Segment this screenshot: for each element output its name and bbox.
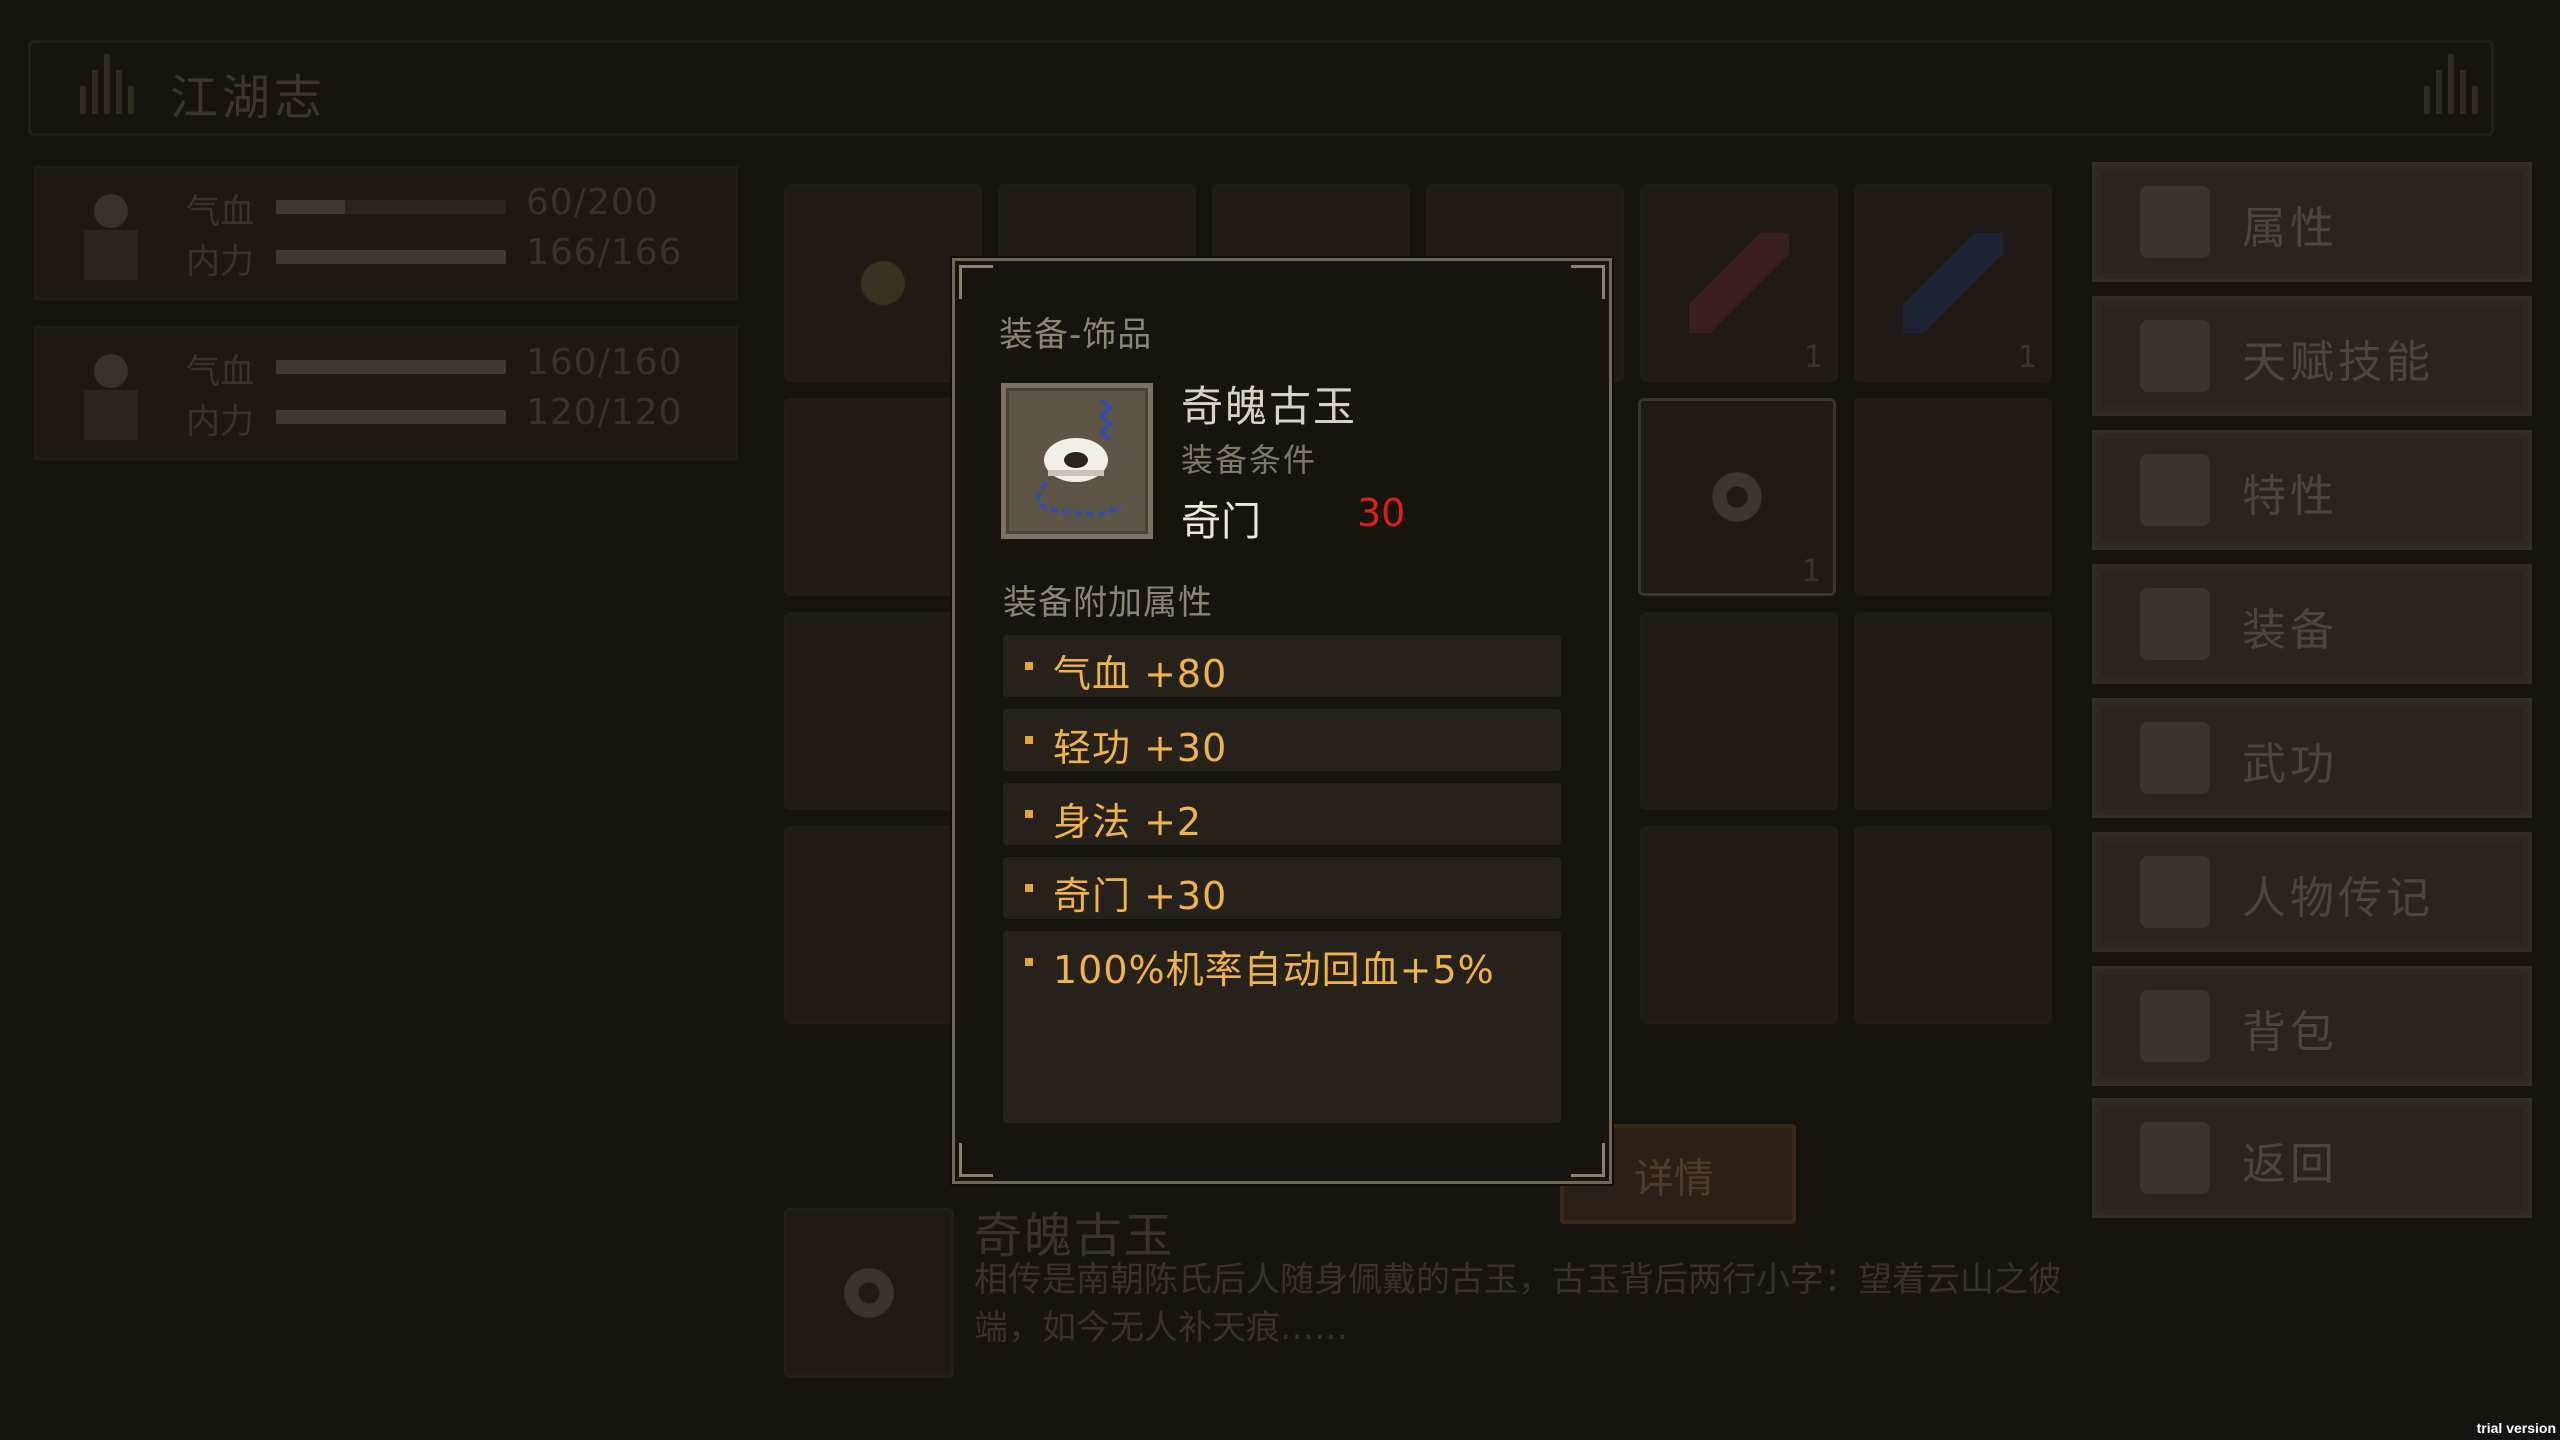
page-title: 江湖志 — [170, 70, 327, 126]
bonus-attribute-row: 奇门 +30 — [1003, 857, 1561, 919]
inventory-slot[interactable] — [1640, 612, 1838, 810]
party-member-2[interactable]: 气血 160/160 内力 120/120 — [34, 326, 738, 460]
item-description-text: 相传是南朝陈氏后人随身佩戴的古玉，古玉背后两行小字：望着云山之彼端，如今无人补天… — [974, 1260, 2062, 1348]
blue-feather-icon — [1903, 233, 2003, 333]
menu-martial-arts-button[interactable]: 武功 — [2092, 698, 2532, 818]
menu-back-button[interactable]: 返回 — [2092, 1098, 2532, 1218]
item-tooltip: 装备-饰品 奇魄古玉 装备条件 奇门 30 装备附加属性 气血 +80 轻功 +… — [952, 258, 1612, 1184]
menu-equipment-button[interactable]: 装备 — [2092, 564, 2532, 684]
talent-icon — [2140, 320, 2210, 392]
ornament-icon-right — [2424, 50, 2480, 114]
menu-traits-button[interactable]: 特性 — [2092, 430, 2532, 550]
clover-icon — [833, 233, 933, 333]
inventory-slot[interactable] — [1854, 398, 2052, 596]
mp-label: 内力 — [186, 242, 254, 282]
title-bar — [28, 40, 2494, 136]
item-category: 装备-饰品 — [999, 315, 1153, 355]
hp-bar — [276, 360, 506, 374]
item-icon-frame — [1001, 383, 1153, 539]
special-effect-text: 100%机率自动回血+5% — [1053, 948, 1495, 992]
menu-talent-skills-button[interactable]: 天赋技能 — [2092, 296, 2532, 416]
corner-ornament — [1571, 1143, 1605, 1177]
trait-icon — [2140, 454, 2210, 526]
bullet-icon — [1025, 884, 1033, 892]
bonus-attribute-row: 气血 +80 — [1003, 635, 1561, 697]
corner-ornament — [1571, 265, 1605, 299]
ornament-icon-left — [80, 50, 136, 114]
door-icon — [2140, 1122, 2210, 1194]
jade-pendant-icon — [1035, 398, 1123, 517]
mp-bar — [276, 250, 506, 264]
requirement-label: 装备条件 — [1181, 441, 1318, 479]
bullet-icon — [1025, 810, 1033, 818]
inventory-slot[interactable] — [1640, 826, 1838, 1024]
bullet-icon — [1025, 736, 1033, 744]
mp-bar — [276, 410, 506, 424]
bag-icon — [2140, 990, 2210, 1062]
hp-label: 气血 — [186, 352, 254, 392]
jade-icon — [1687, 447, 1787, 547]
inventory-slot[interactable] — [1854, 826, 2052, 1024]
item-thumbnail — [784, 1208, 954, 1378]
party-member-1-portrait — [66, 178, 156, 288]
party-member-1[interactable]: 气血 60/200 内力 166/166 — [34, 166, 738, 300]
bonus-attribute-row: 轻功 +30 — [1003, 709, 1561, 771]
corner-ornament — [959, 1143, 993, 1177]
requirement-value: 30 — [1357, 491, 1406, 535]
mp-label: 内力 — [186, 402, 254, 442]
requirement-attribute: 奇门 — [1181, 499, 1261, 545]
hp-label: 气血 — [186, 192, 254, 232]
mp-value: 120/120 — [526, 392, 683, 433]
special-effect-box: 100%机率自动回血+5% — [1003, 931, 1561, 1123]
sword-icon — [2140, 588, 2210, 660]
inventory-slot-selected[interactable]: 1 — [1638, 398, 1836, 596]
bullet-icon — [1025, 662, 1033, 670]
hp-bar — [276, 200, 506, 214]
corner-ornament — [959, 265, 993, 299]
party-member-2-portrait — [66, 338, 156, 448]
bonus-attributes-header: 装备附加属性 — [1003, 583, 1213, 623]
menu-bag-button[interactable]: 背包 — [2092, 966, 2532, 1086]
bonus-attribute-row: 身法 +2 — [1003, 783, 1561, 845]
inventory-slot[interactable]: 1 — [1640, 184, 1838, 382]
manual-icon — [2140, 722, 2210, 794]
mp-value: 166/166 — [526, 232, 683, 273]
inventory-slot[interactable] — [1854, 612, 2052, 810]
item-name: 奇魄古玉 — [1181, 382, 1358, 431]
menu-attributes-button[interactable]: 属性 — [2092, 162, 2532, 282]
character-icon — [2140, 186, 2210, 258]
biography-icon — [2140, 856, 2210, 928]
hp-value: 60/200 — [526, 182, 659, 223]
inventory-slot[interactable]: 1 — [1854, 184, 2052, 382]
jade-icon — [819, 1243, 919, 1343]
bullet-icon — [1025, 958, 1033, 966]
watermark: trial version — [2476, 1420, 2556, 1436]
hp-value: 160/160 — [526, 342, 683, 383]
red-feather-icon — [1689, 233, 1789, 333]
menu-biography-button[interactable]: 人物传记 — [2092, 832, 2532, 952]
